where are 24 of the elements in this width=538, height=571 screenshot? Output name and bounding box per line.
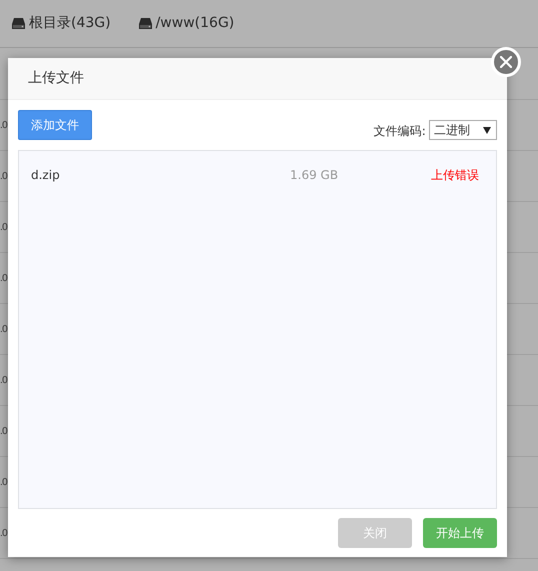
close-icon xyxy=(500,56,512,68)
drive-icon xyxy=(12,18,25,29)
table-cell-text: .0 xyxy=(0,374,8,388)
close-button[interactable] xyxy=(491,47,521,77)
upload-status: 上传错误 xyxy=(431,167,479,184)
disk-tab[interactable]: /www(16G) xyxy=(138,13,234,34)
table-cell-text: .0 xyxy=(0,322,8,336)
disk-label: 根目录(43G) xyxy=(29,14,111,33)
dropdown-arrow-icon xyxy=(483,126,491,134)
table-cell-text: .0 xyxy=(0,272,8,286)
file-name: d.zip xyxy=(31,167,61,184)
disk-label: /www(16G) xyxy=(156,14,234,33)
encoding-select[interactable]: 二进制 xyxy=(429,120,497,140)
table-cell-text: .0 xyxy=(0,220,8,234)
table-cell-text: .0 xyxy=(0,526,8,540)
drive-icon xyxy=(138,18,152,29)
table-cell-text: .0 xyxy=(0,118,8,132)
dialog-title: 上传文件 xyxy=(28,69,84,88)
encoding-label: 文件编码: xyxy=(374,123,426,140)
disk-tab[interactable]: 根目录(43G) xyxy=(12,13,111,34)
file-size: 1.69 GB xyxy=(290,167,340,184)
table-cell-text: .0 xyxy=(0,476,8,490)
table-cell-text: .0 xyxy=(0,170,8,184)
table-cell-text: .0 xyxy=(0,424,8,438)
